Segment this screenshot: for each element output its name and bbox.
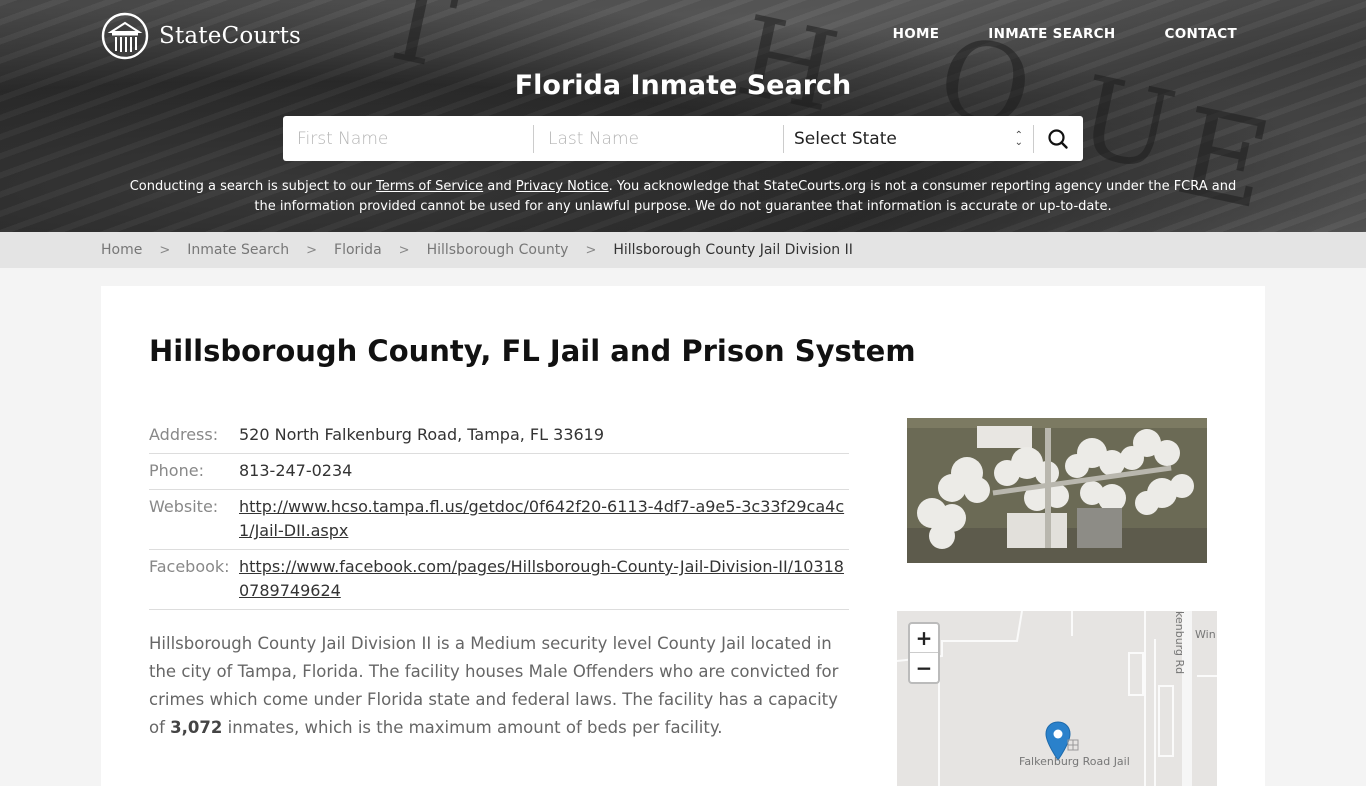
- website-label: Website:: [149, 489, 239, 550]
- breadcrumb-current: Hillsborough County Jail Division II: [613, 242, 853, 258]
- state-select-value: Select State: [794, 128, 897, 149]
- facility-details: Address: 520 North Falkenburg Road, Tamp…: [149, 418, 849, 610]
- chevron-right-icon: >: [159, 242, 171, 258]
- facility-description: Hillsborough County Jail Division II is …: [149, 634, 839, 737]
- select-arrows-icon: ⌃ ⌄: [1014, 129, 1023, 148]
- chevron-right-icon: >: [398, 242, 410, 258]
- disclaimer-text: Conducting a search is subject to our Te…: [129, 179, 1237, 214]
- detail-row-facebook: Facebook: https://www.facebook.com/pages…: [149, 549, 849, 610]
- chevron-right-icon: >: [585, 242, 597, 258]
- phone-label: Phone:: [149, 453, 239, 490]
- search-button[interactable]: [1033, 124, 1081, 153]
- address-label: Address:: [149, 418, 239, 454]
- first-name-field-wrap: [283, 116, 533, 161]
- building-icon: [1067, 739, 1079, 751]
- page-title: Hillsborough County, FL Jail and Prison …: [149, 334, 916, 368]
- phone-value: 813-247-0234: [239, 453, 849, 490]
- chevron-right-icon: >: [306, 242, 318, 258]
- website-link[interactable]: http://www.hcso.tampa.fl.us/getdoc/0f642…: [239, 497, 844, 540]
- map-zoom-in-button[interactable]: +: [910, 624, 938, 653]
- first-name-input[interactable]: [297, 128, 533, 149]
- last-name-field-wrap: [533, 124, 783, 153]
- facility-card: Hillsborough County, FL Jail and Prison …: [101, 286, 1265, 786]
- breadcrumb-florida[interactable]: Florida: [334, 242, 382, 258]
- top-navigation: StateCourts HOME INMATE SEARCH CONTACT: [0, 0, 1366, 72]
- address-value: 520 North Falkenburg Road, Tampa, FL 336…: [239, 418, 849, 454]
- detail-row-address: Address: 520 North Falkenburg Road, Tamp…: [149, 418, 849, 454]
- state-select[interactable]: Select State ⌃ ⌄: [783, 124, 1033, 153]
- detail-row-website: Website: http://www.hcso.tampa.fl.us/get…: [149, 489, 849, 550]
- detail-row-phone: Phone: 813-247-0234: [149, 453, 849, 490]
- location-map[interactable]: + − kenburg Rd Win Falkenburg Road Jail: [897, 611, 1217, 786]
- search-icon: [1047, 128, 1068, 149]
- hero-banner: T H O U E StateCourts HOME INMATE SEARCH…: [0, 0, 1366, 232]
- aerial-photo-image: [907, 418, 1207, 563]
- breadcrumb-hillsborough-county[interactable]: Hillsborough County: [427, 242, 569, 258]
- nav-inmate-search[interactable]: INMATE SEARCH: [988, 26, 1115, 42]
- hero-title: Florida Inmate Search: [514, 70, 852, 101]
- logo-link[interactable]: StateCourts: [101, 12, 301, 60]
- main-nav: HOME INMATE SEARCH CONTACT: [893, 26, 1237, 42]
- map-zoom-control: + −: [908, 622, 940, 684]
- terms-of-service-link[interactable]: Terms of Service: [376, 179, 483, 194]
- place-label: Falkenburg Road Jail: [1019, 755, 1130, 768]
- brand-name: StateCourts: [159, 23, 302, 49]
- breadcrumb: Home > Inmate Search > Florida > Hillsbo…: [0, 232, 1366, 268]
- breadcrumb-inmate-search[interactable]: Inmate Search: [187, 242, 289, 258]
- nav-contact[interactable]: CONTACT: [1164, 26, 1237, 42]
- courthouse-icon: [101, 12, 149, 60]
- map-zoom-out-button[interactable]: −: [910, 653, 938, 682]
- facebook-link[interactable]: https://www.facebook.com/pages/Hillsboro…: [239, 557, 844, 600]
- search-form: Select State ⌃⌄: [283, 116, 1083, 161]
- last-name-input[interactable]: [548, 128, 783, 149]
- nav-home[interactable]: HOME: [893, 26, 940, 42]
- facility-photo: [907, 418, 1207, 563]
- capacity-value: 3,072: [170, 718, 223, 737]
- facebook-label: Facebook:: [149, 549, 239, 610]
- road-label: kenburg Rd: [1173, 611, 1186, 675]
- street-label: Win: [1195, 628, 1216, 641]
- privacy-notice-link[interactable]: Privacy Notice: [516, 179, 609, 194]
- breadcrumb-home[interactable]: Home: [101, 242, 142, 258]
